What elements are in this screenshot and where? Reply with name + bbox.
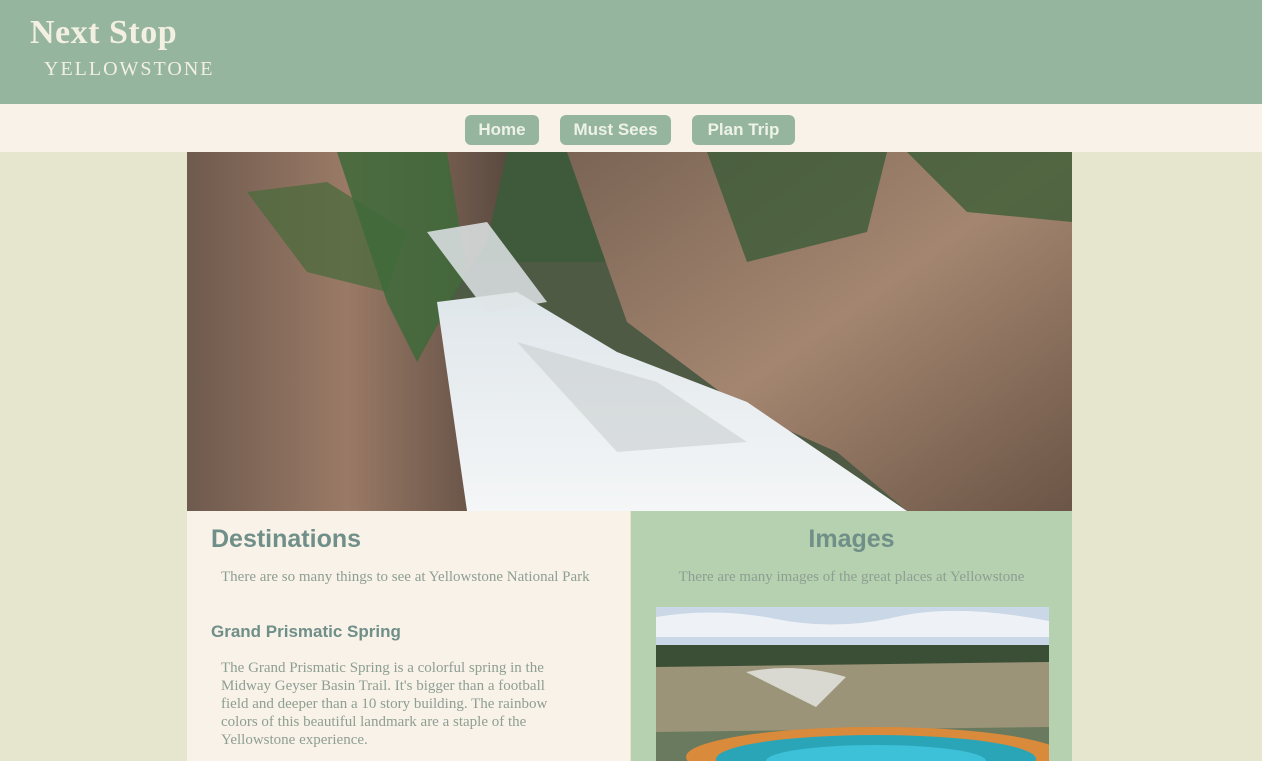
images-intro: There are many images of the great place… [678,569,1025,585]
nav-bar: Home Must Sees Plan Trip [0,104,1262,152]
images-heading: Images [808,525,895,553]
hero-image [187,152,1072,511]
site-title: Next Stop [30,14,178,51]
site-subtitle: YELLOWSTONE [44,58,215,80]
destinations-intro: There are so many things to see at Yello… [221,569,590,585]
images-section: Images There are many images of the grea… [631,511,1072,761]
spring-description: The Grand Prismatic Spring is a colorful… [221,660,548,748]
site-header: Next Stop YELLOWSTONE [0,0,1262,104]
destinations-heading: Destinations [211,525,362,553]
spring-heading: Grand Prismatic Spring [211,622,401,641]
nav-home-button[interactable]: Home [465,115,539,145]
destinations-section: Destinations There are so many things to… [187,511,630,761]
nav-plan-trip-button[interactable]: Plan Trip [692,115,795,145]
nav-must-sees-button[interactable]: Must Sees [560,115,671,145]
grand-prismatic-image [656,607,1049,761]
